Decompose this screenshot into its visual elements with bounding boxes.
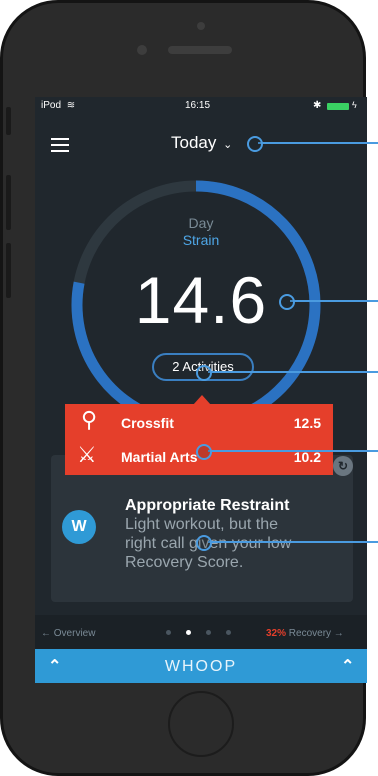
volume-down-button — [6, 243, 11, 298]
callout-line — [208, 371, 378, 373]
whoop-logo-icon: W — [62, 510, 96, 544]
chevron-down-icon: ⌄ — [223, 139, 233, 151]
date-title: Today — [171, 133, 217, 152]
strain-label-strain: Strain — [182, 232, 220, 248]
refresh-icon[interactable]: ↻ — [333, 456, 353, 476]
activity-name: Crossfit — [121, 415, 174, 431]
home-button[interactable] — [168, 691, 234, 757]
page-indicator — [166, 630, 231, 636]
callout-line — [258, 142, 378, 144]
callout-marker — [279, 294, 295, 310]
callout-marker — [196, 535, 212, 551]
callout-marker — [196, 365, 212, 381]
status-time: 16:15 — [185, 100, 211, 111]
overview-link[interactable]: ← Overview — [41, 628, 95, 639]
chevron-up-icon[interactable]: ⌃ — [341, 656, 354, 676]
front-camera — [137, 45, 147, 55]
strain-label-day: Day — [188, 215, 214, 231]
app-screen: iPod ≋ 16:15 ✱ ϟ Today ⌄ Day Strain 14.6… — [35, 97, 367, 683]
activity-score: 12.5 — [293, 415, 321, 431]
callout-marker — [196, 444, 212, 460]
whoop-bar[interactable]: ⌃ WHOOP ⌃ — [35, 649, 367, 683]
activity-row[interactable]: ⚲ Crossfit 12.5 — [65, 404, 333, 438]
recommendation-text-line: Recovery Score. — [125, 554, 244, 571]
page-dot — [206, 630, 211, 635]
recovery-label: Recovery → — [286, 628, 344, 639]
callout-line — [208, 450, 378, 452]
callout-line — [290, 300, 378, 302]
earpiece-speaker — [168, 46, 232, 54]
menu-icon[interactable] — [51, 138, 69, 156]
recommendation-text-line: Light workout, but the — [125, 516, 278, 533]
mute-switch — [6, 107, 11, 135]
crossfit-figure-icon: ⚲ — [81, 407, 98, 432]
page-dot-active — [186, 630, 191, 635]
wifi-icon: ≋ — [66, 100, 76, 111]
date-selector[interactable]: Today ⌄ — [171, 133, 232, 153]
page-dot — [226, 630, 231, 635]
status-right: ✱ ϟ — [313, 100, 361, 113]
martial-arts-figure-icon: ⚔ — [77, 442, 97, 467]
recovery-percent: 32% — [266, 628, 287, 639]
recommendation-title: Appropriate Restraint — [125, 497, 290, 514]
callout-marker — [247, 136, 263, 152]
top-sensor — [197, 22, 205, 30]
page-dot — [166, 630, 171, 635]
battery-icon — [327, 103, 349, 110]
charging-icon: ϟ — [352, 100, 357, 110]
recovery-link[interactable]: 32% Recovery → — [266, 628, 344, 639]
volume-up-button — [6, 175, 11, 230]
activity-name: Martial Arts — [121, 449, 198, 465]
status-carrier: iPod ≋ — [41, 100, 76, 111]
whoop-bar-label: WHOOP — [164, 658, 238, 675]
callout-line — [208, 541, 378, 543]
bluetooth-icon: ✱ — [313, 100, 322, 111]
